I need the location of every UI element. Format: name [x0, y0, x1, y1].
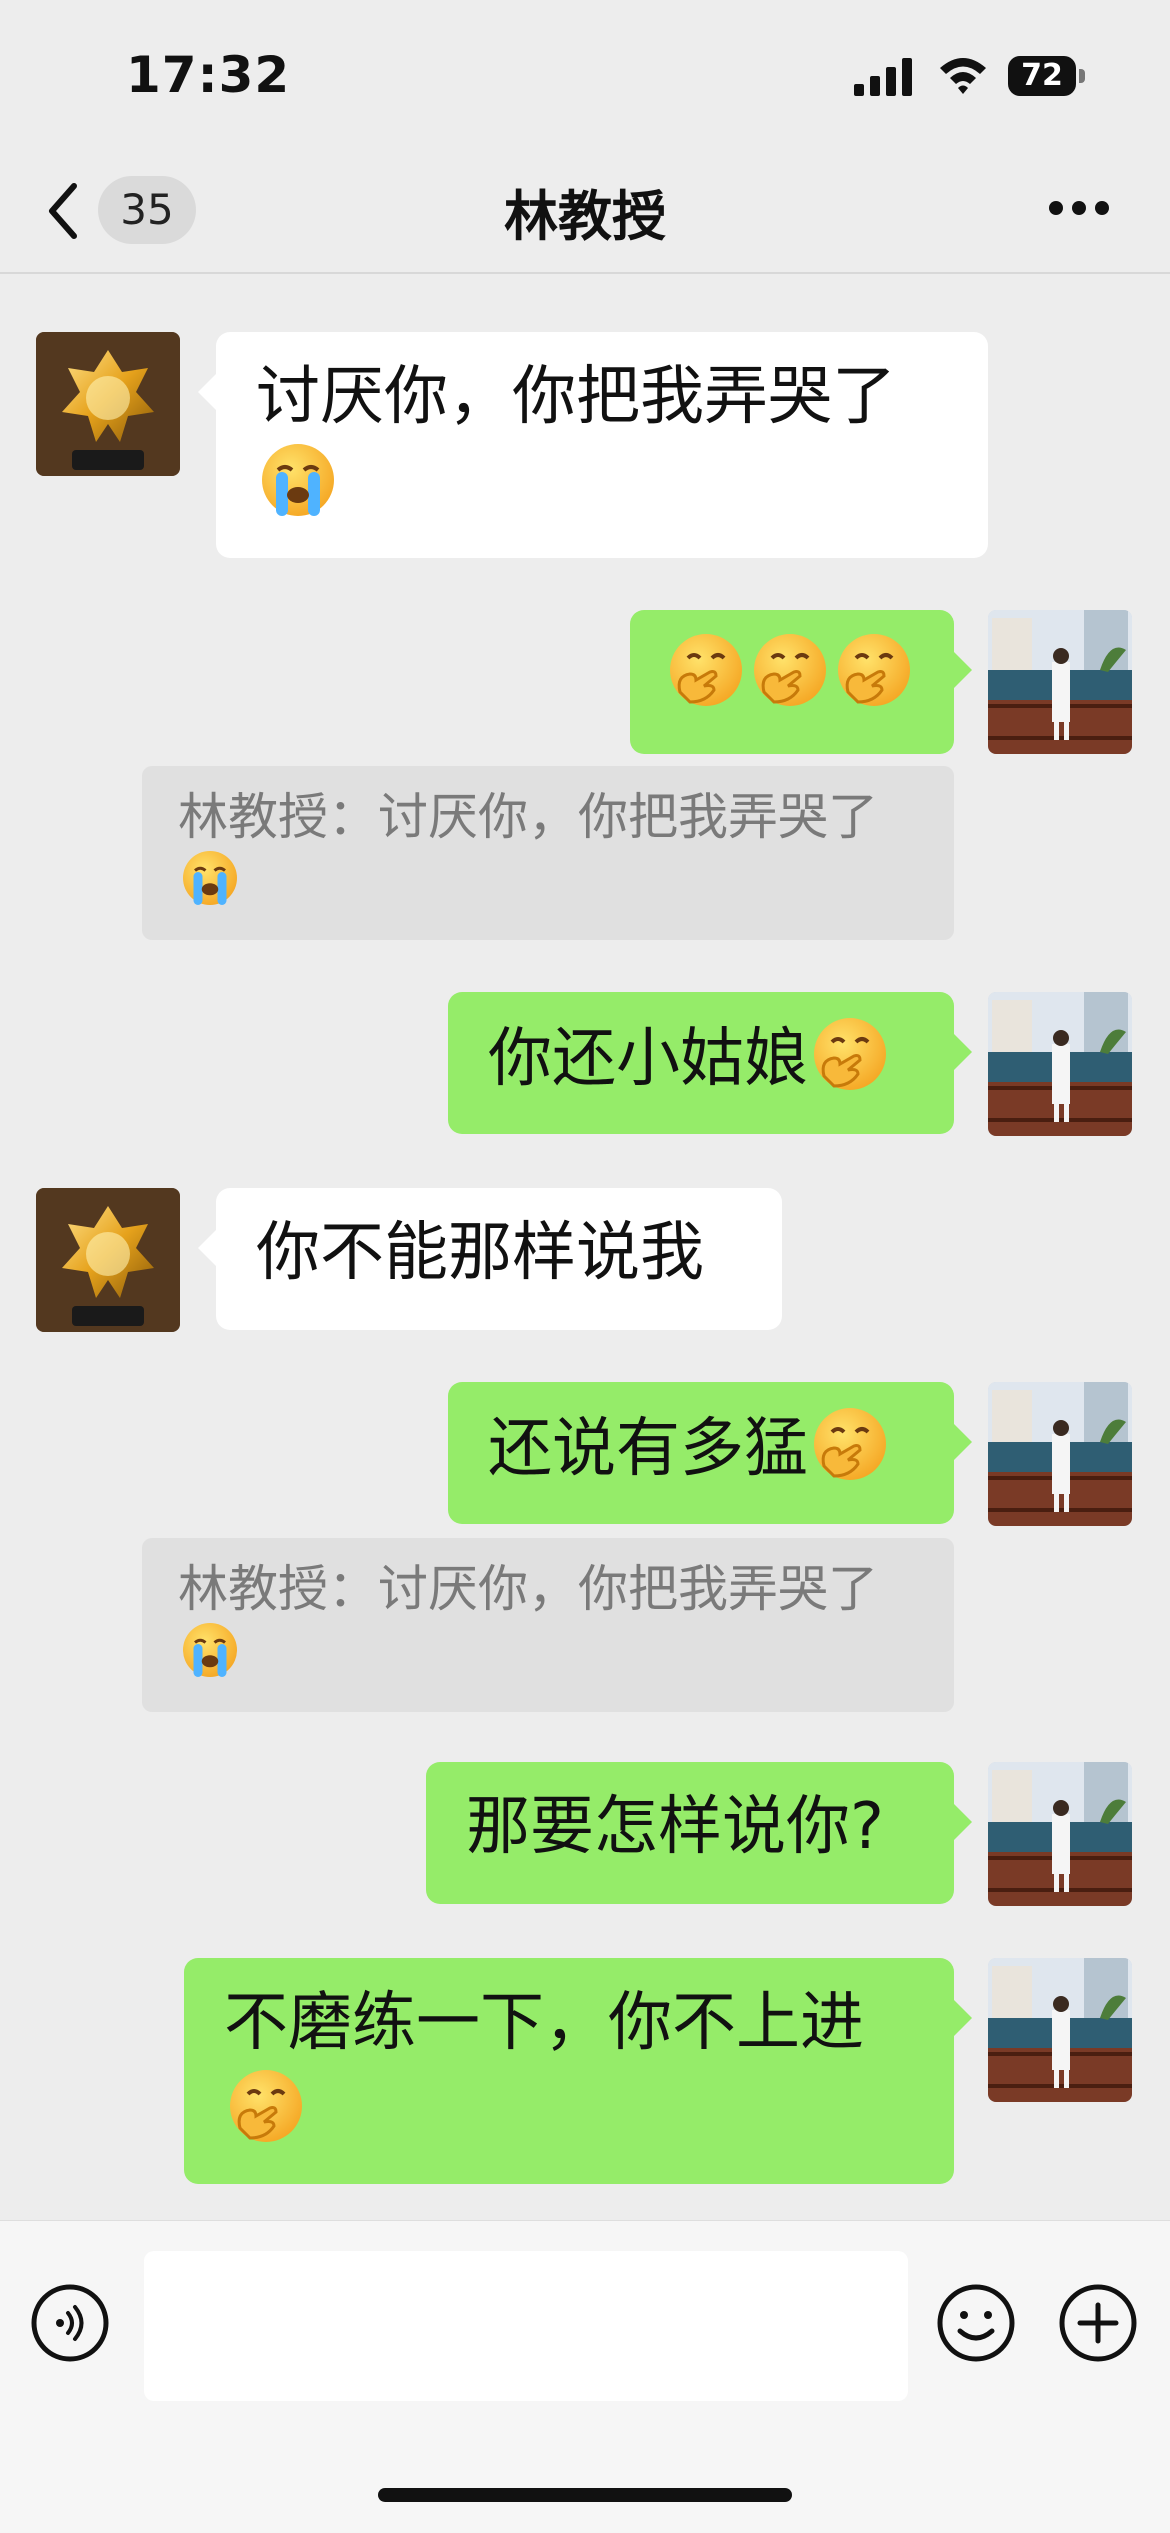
- chat-input-bar: [0, 2220, 1170, 2533]
- loudly-crying-face-icon: [180, 1620, 240, 1680]
- self-avatar[interactable]: [988, 1762, 1132, 1906]
- face-with-hand-over-mouth-icon: [666, 630, 746, 710]
- unread-count-badge[interactable]: 35: [98, 176, 196, 244]
- quoted-message[interactable]: 林教授：讨厌你，你把我弄哭了: [142, 1538, 954, 1712]
- battery-icon: 72: [1008, 56, 1086, 96]
- message-text: 那要怎样说你?: [466, 1790, 884, 1864]
- outgoing-message-bubble[interactable]: [630, 610, 972, 754]
- self-avatar[interactable]: [988, 1382, 1132, 1526]
- contact-avatar[interactable]: [36, 332, 180, 476]
- ellipsis-icon[interactable]: [1046, 198, 1112, 218]
- face-with-hand-over-mouth-icon: [810, 1404, 890, 1484]
- chevron-left-icon[interactable]: [44, 176, 84, 246]
- face-with-hand-over-mouth-icon: [810, 1014, 890, 1094]
- status-time: 17:32: [126, 46, 291, 104]
- battery-level: 72: [1008, 56, 1076, 96]
- quoted-message[interactable]: 林教授：讨厌你，你把我弄哭了: [142, 766, 954, 940]
- incoming-message-bubble[interactable]: 讨厌你，你把我弄哭了: [198, 332, 988, 558]
- wifi-icon: [940, 58, 986, 94]
- quoted-text: 林教授：讨厌你，你把我弄哭了: [178, 788, 878, 846]
- cellular-signal-icon: [854, 58, 912, 96]
- contact-avatar[interactable]: [36, 1188, 180, 1332]
- chat-title: 林教授: [504, 185, 666, 248]
- face-with-hand-over-mouth-icon: [834, 630, 914, 710]
- status-bar: 17:32 72: [0, 0, 1170, 150]
- self-avatar[interactable]: [988, 610, 1132, 754]
- voice-icon[interactable]: [30, 2283, 110, 2363]
- loudly-crying-face-icon: [180, 848, 240, 908]
- message-text: 还说有多猛: [488, 1412, 808, 1486]
- outgoing-message-bubble[interactable]: 不磨练一下，你不上进: [184, 1958, 972, 2184]
- message-text: 你还小姑娘: [488, 1022, 808, 1096]
- chat-header: 35 林教授: [0, 150, 1170, 274]
- smiley-icon[interactable]: [936, 2283, 1016, 2363]
- home-indicator[interactable]: [378, 2488, 792, 2502]
- outgoing-message-bubble[interactable]: 那要怎样说你?: [426, 1762, 972, 1904]
- face-with-hand-over-mouth-icon: [226, 2066, 306, 2146]
- face-with-hand-over-mouth-icon: [750, 630, 830, 710]
- self-avatar[interactable]: [988, 992, 1132, 1136]
- message-input[interactable]: [144, 2251, 908, 2401]
- message-text: 讨厌你，你把我弄哭了: [256, 360, 896, 434]
- loudly-crying-face-icon: [258, 440, 338, 520]
- outgoing-message-bubble[interactable]: 还说有多猛: [448, 1382, 972, 1524]
- message-text: 你不能那样说我: [256, 1216, 704, 1290]
- quoted-text: 林教授：讨厌你，你把我弄哭了: [178, 1560, 878, 1618]
- plus-icon[interactable]: [1058, 2283, 1138, 2363]
- outgoing-message-bubble[interactable]: 你还小姑娘: [448, 992, 972, 1134]
- incoming-message-bubble[interactable]: 你不能那样说我: [198, 1188, 782, 1330]
- self-avatar[interactable]: [988, 1958, 1132, 2102]
- message-text: 不磨练一下，你不上进: [224, 1986, 864, 2060]
